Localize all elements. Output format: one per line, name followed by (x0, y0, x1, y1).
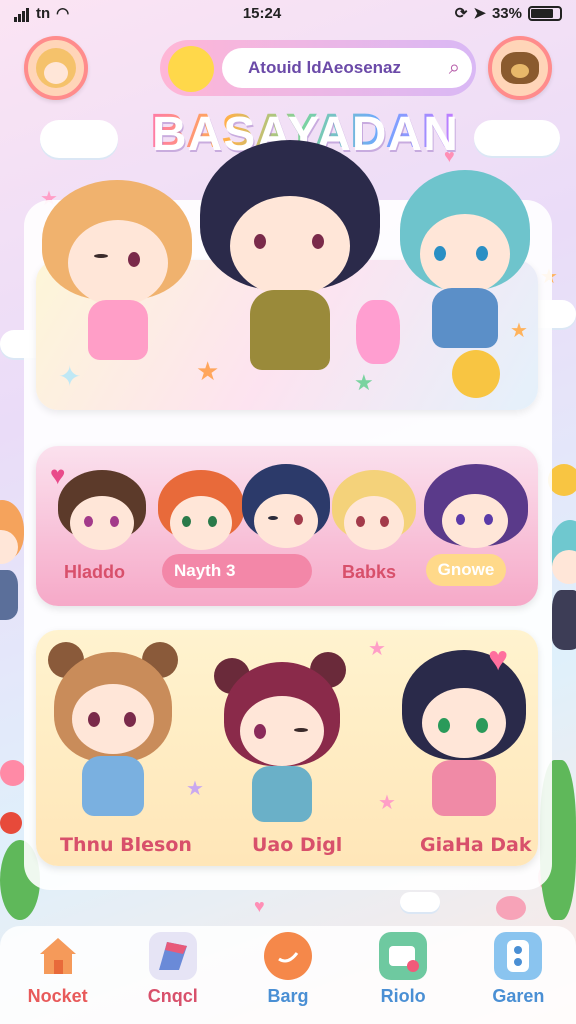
side-character-left (0, 500, 24, 630)
carrier-label: tn (36, 4, 51, 22)
group-label-right: Babks (342, 562, 397, 582)
character-caption-1: Thnu Bleson (60, 834, 192, 856)
hero-character-left (42, 180, 192, 380)
yellow-character-2 (214, 648, 350, 832)
grow-button-label: Gnowe (437, 560, 495, 579)
star-icon: ★ (186, 778, 204, 800)
star-icon: ★ (378, 792, 396, 814)
pink-creature-icon (356, 300, 400, 364)
cloud-decoration (474, 120, 560, 156)
group-character-4 (332, 470, 416, 554)
profile-avatar-button[interactable] (24, 36, 88, 100)
nav-item-cnqcl[interactable]: Cnqcl (123, 932, 223, 1007)
star-icon: ★ (354, 370, 374, 395)
signal-icon (14, 5, 30, 22)
yellow-character-1 (48, 640, 178, 830)
group-name-text: Nayth 3 (174, 561, 236, 580)
chat-icon (263, 932, 312, 980)
flag-icon (148, 932, 197, 980)
heart-icon: ♥ (50, 460, 66, 490)
nav-label: Riolo (380, 986, 426, 1006)
search-input[interactable]: Atouid ldAeosenaz (248, 58, 401, 78)
flower-decoration (0, 760, 26, 786)
sparkle-icon: ✦ (58, 361, 82, 392)
game-icon (494, 932, 543, 980)
search-icon[interactable]: ⌕ (449, 57, 460, 80)
nav-label: Barg (267, 986, 309, 1006)
bottom-nav: Nocket Cnqcl Barg Riolo Garen (0, 926, 576, 1024)
cloud-decoration (40, 120, 118, 158)
group-character-2 (158, 470, 244, 554)
nav-label: Garen (492, 986, 545, 1006)
group-character-1 (58, 470, 146, 554)
status-time: 15:24 (242, 4, 282, 22)
nav-item-nocket[interactable]: Nocket (8, 932, 108, 1007)
bear-mascot-icon (452, 350, 500, 398)
hero-character-center (200, 140, 380, 380)
cloud-decoration (400, 892, 440, 912)
character-caption-2: Uao Digl (252, 834, 343, 856)
nav-item-garen[interactable]: Garen (468, 932, 568, 1007)
status-bar: tn ◠ 15:24 ⟳ ➤ 33% (0, 0, 576, 26)
group-character-5 (424, 464, 528, 556)
avatar-icon (36, 48, 76, 88)
battery-icon (527, 5, 562, 21)
nav-item-barg[interactable]: Barg (238, 932, 338, 1007)
group-label-left: Hladdo (64, 562, 125, 582)
lock-rotation-icon: ⟳ (454, 5, 468, 22)
heart-icon: ♥ (488, 640, 509, 678)
nav-label: Nocket (27, 986, 88, 1006)
star-icon: ★ (196, 356, 220, 386)
flower-decoration (0, 812, 22, 834)
battery-percent: 33% (491, 4, 522, 22)
message-icon (379, 932, 428, 980)
heart-icon: ♥ (254, 896, 265, 916)
side-character-right (550, 520, 576, 660)
bear-menu-button[interactable] (488, 36, 552, 100)
chick-mascot-icon (168, 46, 214, 92)
bear-icon (501, 52, 539, 84)
grow-button[interactable]: Gnowe (426, 554, 506, 586)
nav-label: Cnqcl (147, 986, 198, 1006)
character-caption-3: GiaHa Dak (420, 834, 532, 856)
search-bar[interactable]: Atouid ldAeosenaz ⌕ (160, 40, 476, 96)
flower-decoration (496, 896, 526, 920)
bear-mascot-right (548, 460, 576, 500)
group-character-3 (242, 464, 330, 554)
home-icon (34, 932, 82, 980)
star-icon: ★ (368, 638, 386, 660)
nav-item-riolo[interactable]: Riolo (353, 932, 453, 1007)
star-icon: ★ (510, 320, 528, 342)
wifi-icon: ◠ (56, 5, 70, 22)
location-icon: ➤ (473, 5, 486, 22)
group-name-field[interactable]: Nayth 3 (162, 554, 312, 588)
